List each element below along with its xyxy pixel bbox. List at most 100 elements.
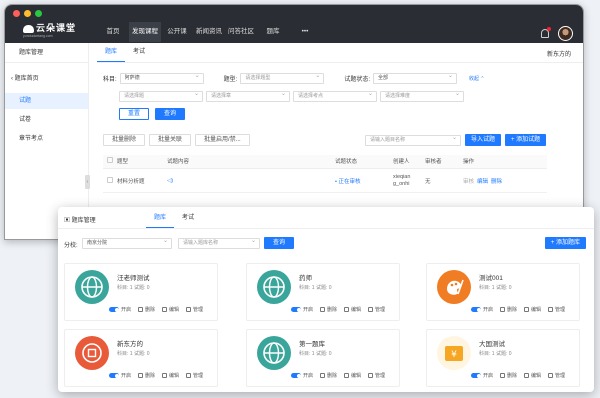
col-content: 试题内容 (167, 159, 190, 165)
manage-action[interactable]: 管理 (186, 372, 203, 379)
nav-open-class[interactable]: 公开课 (161, 22, 193, 42)
branch-select[interactable]: 南京分院 (82, 237, 172, 249)
bank-card-name: 第一题库 (299, 341, 325, 348)
sidebar-item-questions[interactable]: 试题 (5, 93, 88, 109)
sidebar-item-papers[interactable]: 试卷 (5, 112, 88, 128)
bank-card-name: 测试001 (479, 275, 503, 282)
tab-exam[interactable]: 考试 (125, 44, 153, 62)
add-bank-button[interactable]: + 添加题库 (544, 237, 586, 249)
row-edit-link[interactable]: 编辑 (477, 177, 488, 185)
delete-action[interactable]: 删除 (500, 372, 517, 379)
nav-question-bank[interactable]: 题库 (257, 22, 289, 42)
avatar[interactable] (558, 26, 573, 41)
row-creator: xieqian g_onhi (393, 173, 411, 187)
nav-more[interactable]: ••• (289, 22, 321, 42)
reset-button[interactable]: 重置 (119, 108, 150, 120)
enable-toggle[interactable]: 开启 (109, 306, 131, 313)
question-select[interactable]: 请选择题 (119, 90, 203, 102)
type-select[interactable]: 请选择题型 (240, 72, 325, 84)
delete-action[interactable]: 删除 (138, 372, 155, 379)
manage-action[interactable]: 管理 (368, 372, 385, 379)
manage-action[interactable]: 管理 (186, 306, 203, 313)
window-controls (13, 10, 42, 17)
batch-toggle-button[interactable]: 批量启用/禁... (195, 134, 250, 146)
front-window: ▣ 题库管理 题库 考试 分校: 南京分院 请输入题库名称 查询 + 添加题库 … (58, 207, 594, 392)
sidebar-item-chapters[interactable]: 章节考点 (5, 131, 88, 147)
toggle-switch-icon (291, 373, 301, 378)
row-review-link[interactable]: 审核 (463, 177, 474, 185)
delete-action[interactable]: 删除 (138, 306, 155, 313)
nav-news[interactable]: 新闻资讯 (193, 22, 225, 42)
bank-card[interactable]: 新东方的 科目: 1 试题: 0 开启 删除 编辑 管理 (64, 329, 218, 387)
sidebar-collapse-handle[interactable]: ‹ (85, 175, 90, 189)
manage-action[interactable]: 管理 (368, 306, 385, 313)
money-icon: ¥ (437, 336, 471, 370)
bank-card[interactable]: ¥ 大国测试 科目: 1 试题: 0 开启 删除 编辑 管理 (426, 329, 580, 387)
edit-action[interactable]: 编辑 (162, 306, 179, 313)
cloud-icon (23, 24, 34, 33)
collapse-filters-link[interactable]: 收起 ⌃ (469, 75, 485, 82)
manage-action[interactable]: 管理 (548, 306, 565, 313)
palette-icon (437, 270, 471, 304)
edit-action[interactable]: 编辑 (524, 306, 541, 313)
bank-search-input[interactable]: 请输入题库名称 (178, 237, 260, 249)
question-search-input[interactable]: 请输入题目名称 (365, 134, 461, 146)
main-nav: 首页 发现课程 公开课 新闻资讯 问答社区 题库 ••• (97, 22, 321, 42)
bank-card-meta: 科目: 1 试题: 0 (117, 285, 150, 291)
difficulty-select[interactable]: 请选择难度 (380, 90, 464, 102)
delete-action[interactable]: 删除 (500, 306, 517, 313)
manage-action[interactable]: 管理 (548, 372, 565, 379)
row-delete-link[interactable]: 删除 (491, 177, 502, 185)
query-button[interactable]: 查询 (155, 108, 186, 120)
nav-qa[interactable]: 问答社区 (225, 22, 257, 42)
import-questions-button[interactable]: 导入试题 (465, 134, 502, 146)
trash-icon (320, 307, 326, 312)
maximize-dot[interactable] (35, 10, 42, 17)
minimize-dot[interactable] (24, 10, 31, 17)
bank-card-actions: 开启 删除 编辑 管理 (471, 372, 579, 379)
nav-discover-courses[interactable]: 发现课程 (129, 22, 161, 42)
edit-action[interactable]: 编辑 (344, 306, 361, 313)
enable-toggle[interactable]: 开启 (471, 306, 493, 313)
edit-action[interactable]: 编辑 (524, 372, 541, 379)
enable-toggle[interactable]: 开启 (291, 372, 313, 379)
front-query-button[interactable]: 查询 (264, 237, 295, 249)
edit-action[interactable]: 编辑 (162, 372, 179, 379)
bell-icon[interactable] (541, 27, 551, 38)
chapter-select[interactable]: 请选择章 (206, 90, 290, 102)
speaker-icon[interactable]: ◁) (167, 178, 335, 184)
bank-card-name: 新东方的 (117, 341, 143, 348)
bank-card[interactable]: 测试001 科目: 1 试题: 0 开启 删除 编辑 管理 (426, 263, 580, 321)
bank-card[interactable]: 汪老师测试 科目: 1 试题: 0 开启 删除 编辑 管理 (64, 263, 218, 321)
logo[interactable]: 云朵课堂 yunduoketang.com (23, 21, 76, 38)
batch-delete-button[interactable]: 批量删除 (103, 134, 146, 146)
delete-action[interactable]: 删除 (320, 306, 337, 313)
bank-card-name: 大国测试 (479, 341, 505, 348)
front-tab-question-bank[interactable]: 题库 (146, 210, 175, 228)
bank-card[interactable]: 药师 科目: 1 试题: 0 开启 删除 编辑 管理 (246, 263, 400, 321)
point-select[interactable]: 请选择考点 (293, 90, 377, 102)
bank-card[interactable]: 第一题库 科目: 1 试题: 0 开启 删除 编辑 管理 (246, 329, 400, 387)
status-select[interactable]: 全部 (373, 72, 458, 84)
enable-toggle[interactable]: 开启 (291, 306, 313, 313)
close-dot[interactable] (13, 10, 20, 17)
select-all-checkbox[interactable] (107, 157, 113, 163)
subject-label: 科目: (103, 76, 117, 83)
front-tab-exam[interactable]: 考试 (174, 210, 202, 228)
add-question-button[interactable]: + 添加试题 (505, 134, 547, 146)
toggle-switch-icon (471, 373, 481, 378)
enable-toggle[interactable]: 开启 (471, 372, 493, 379)
nav-home[interactable]: 首页 (97, 22, 129, 42)
row-reviewer: 无 (425, 178, 431, 185)
subject-select[interactable]: 阿萨德 (119, 72, 204, 84)
enable-toggle[interactable]: 开启 (109, 372, 131, 379)
logo-subtext: yunduoketang.com (23, 34, 53, 38)
tab-question-bank[interactable]: 题库 (97, 44, 126, 62)
batch-relate-button[interactable]: 批量关联 (149, 134, 192, 146)
edit-action[interactable]: 编辑 (344, 372, 361, 379)
logo-text: 云朵课堂 (36, 23, 77, 33)
delete-action[interactable]: 删除 (320, 372, 337, 379)
row-checkbox[interactable] (107, 176, 113, 183)
sidebar-back-link[interactable]: ‹ 题库首页 (5, 63, 88, 82)
user-name: 新东方的 (546, 52, 571, 58)
